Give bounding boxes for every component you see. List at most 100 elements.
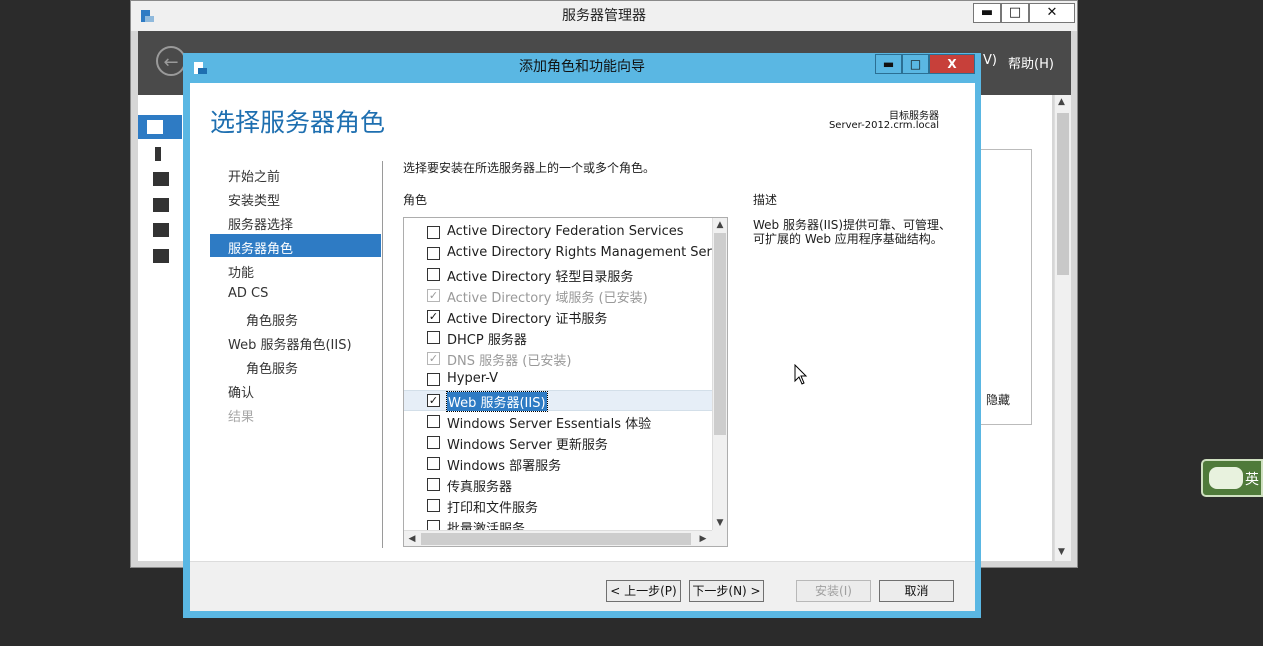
scroll-left-arrow-icon[interactable]: ◀ [405,532,419,546]
role-checkbox[interactable] [427,499,440,512]
role-label: 打印和文件服务 [447,501,539,516]
list-item: ✓ Active Directory 域服务 (已安装) [404,285,712,306]
previous-button[interactable]: < 上一步(P) [606,580,681,602]
wizard-title: 添加角色和功能向导 [519,59,645,75]
scrollbar-thumb[interactable] [714,233,726,435]
maximize-button[interactable]: □ [1001,3,1029,23]
roles-horizontal-scrollbar[interactable]: ◀ ▶ [404,530,712,546]
role-label: Windows 部署服务 [447,459,562,474]
list-item[interactable]: Windows Server 更新服务 [404,432,712,453]
role-checkbox[interactable] [427,373,440,386]
role-checkbox-checked[interactable]: ✓ [427,310,440,323]
scroll-down-arrow-icon[interactable]: ▼ [713,516,727,530]
role-label: DNS 服务器 (已安装) [447,354,572,369]
list-item[interactable]: Active Directory Rights Management Servi… [404,243,727,264]
role-checkbox[interactable] [427,457,440,470]
nav-confirmation[interactable]: 确认 [228,382,254,401]
role-label: DHCP 服务器 [447,333,527,348]
role-checkbox-checked[interactable]: ✓ [427,394,440,407]
role-label: Active Directory Rights Management Servi… [447,245,728,260]
cancel-button[interactable]: 取消 [879,580,954,602]
wizard-maximize-button[interactable]: □ [902,54,929,74]
sidebar-item-dashboard[interactable] [138,115,182,139]
list-item[interactable]: Active Directory 轻型目录服务 [404,264,712,285]
scroll-right-arrow-icon[interactable]: ▶ [696,532,710,546]
role-label: Active Directory Federation Services [447,224,684,239]
role-label-selected: Web 服务器(IIS) [446,391,548,412]
list-item[interactable]: Windows 部署服务 [404,453,712,474]
scrollbar-thumb[interactable] [1057,113,1069,275]
server-manager-app-icon [141,10,154,22]
close-button[interactable]: ✕ [1029,3,1075,23]
nav-before-you-begin[interactable]: 开始之前 [228,166,280,185]
list-item[interactable]: ✓ Active Directory 证书服务 [404,306,712,327]
role-label: Active Directory 轻型目录服务 [447,270,634,285]
roles-list[interactable]: Active Directory Federation Services Act… [403,217,728,547]
description-header: 描述 [753,193,778,207]
nav-server-roles[interactable]: 服务器角色 [228,238,293,257]
wizard-title-bar: 添加角色和功能向导 [183,53,981,83]
server-manager-tile [974,149,1032,425]
list-item[interactable]: 传真服务器 [404,474,712,495]
dns-icon[interactable] [153,223,169,237]
role-label: Active Directory 域服务 (已安装) [447,291,648,306]
list-item-selected[interactable]: ✓ Web 服务器(IIS) [404,390,712,412]
nav-ad-cs[interactable]: AD CS [228,286,268,301]
role-checkbox[interactable] [427,436,440,449]
nav-installation-type[interactable]: 安装类型 [228,190,280,209]
roles-header: 角色 [403,193,428,207]
minimize-button[interactable]: ▬ [973,3,1001,23]
role-checkbox[interactable] [427,478,440,491]
menu-view[interactable]: V) [983,53,997,68]
list-item[interactable]: DHCP 服务器 [404,327,712,348]
wizard-app-icon [194,62,207,74]
server-manager-sidebar [138,95,182,561]
role-checkbox[interactable] [427,415,440,428]
local-server-icon[interactable] [155,147,161,161]
role-label: Windows Server 更新服务 [447,438,608,453]
back-arrow-icon[interactable]: ← [156,46,186,76]
scrollbar-corner [712,530,727,546]
add-roles-wizard-dialog: 添加角色和功能向导 ▬ □ X 选择服务器角色 目标服务器 Server-201… [183,53,981,618]
hide-link[interactable]: 隐藏 [986,391,1010,408]
file-services-icon[interactable] [153,249,169,263]
scroll-up-arrow-icon[interactable]: ▲ [713,218,727,232]
ad-cs-icon[interactable] [153,198,169,212]
list-item[interactable]: Hyper-V [404,369,712,390]
list-item[interactable]: Active Directory Federation Services [404,222,712,243]
role-label: Hyper-V [447,371,499,386]
role-checkbox-checked-disabled: ✓ [427,352,440,365]
server-manager-title: 服务器管理器 [562,8,646,24]
nav-web-role-services[interactable]: 角色服务 [246,358,298,377]
mouse-cursor-icon [794,364,808,385]
list-item: ✓ DNS 服务器 (已安装) [404,348,712,369]
nav-features[interactable]: 功能 [228,262,254,281]
nav-server-selection[interactable]: 服务器选择 [228,214,293,233]
ime-label: 英 [1245,472,1259,488]
role-label: Active Directory 证书服务 [447,312,608,327]
role-checkbox[interactable] [427,226,440,239]
ime-indicator[interactable]: 英 [1201,459,1263,497]
scroll-down-arrow-icon[interactable]: ▼ [1058,547,1065,557]
install-button: 安装(I) [796,580,871,602]
next-button[interactable]: 下一步(N) > [689,580,764,602]
nav-web-server-role[interactable]: Web 服务器角色(IIS) [228,334,352,353]
server-manager-title-bar: 服务器管理器 [131,1,1077,31]
wizard-minimize-button[interactable]: ▬ [875,54,902,74]
list-item[interactable]: Windows Server Essentials 体验 [404,411,712,432]
scrollbar-thumb[interactable] [421,533,691,545]
menu-help[interactable]: 帮助(H) [1008,53,1054,72]
roles-vertical-scrollbar[interactable]: ▲ ▼ [712,218,727,530]
destination-server-name: Server-2012.crm.local [828,120,939,131]
role-label: Windows Server Essentials 体验 [447,417,652,432]
server-manager-scrollbar[interactable]: ▲ ▼ [1054,95,1071,561]
wizard-body: 选择服务器角色 目标服务器 Server-2012.crm.local 开始之前… [190,83,975,611]
role-checkbox[interactable] [427,268,440,281]
all-servers-icon[interactable] [153,172,169,186]
nav-ad-cs-role-services[interactable]: 角色服务 [246,310,298,329]
role-checkbox[interactable] [427,247,440,260]
scroll-up-arrow-icon[interactable]: ▲ [1058,97,1065,107]
list-item[interactable]: 打印和文件服务 [404,495,712,516]
role-checkbox[interactable] [427,331,440,344]
wizard-close-button[interactable]: X [929,54,975,74]
